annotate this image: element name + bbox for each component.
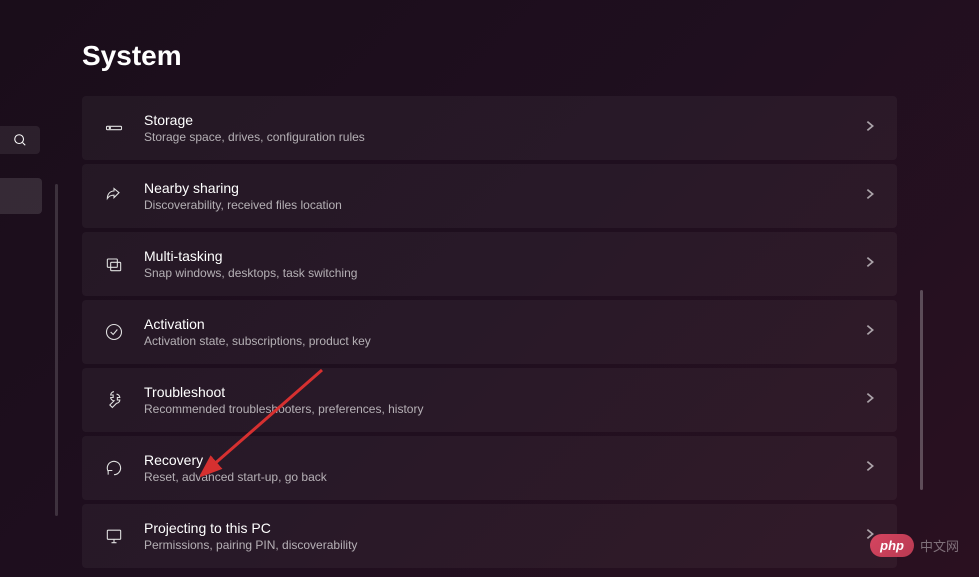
chevron-right-icon bbox=[863, 391, 877, 410]
item-subtitle: Storage space, drives, configuration rul… bbox=[144, 130, 863, 144]
chevron-right-icon bbox=[863, 255, 877, 274]
search-icon bbox=[13, 133, 27, 147]
item-title: Multi-tasking bbox=[144, 248, 863, 264]
item-title: Troubleshoot bbox=[144, 384, 863, 400]
watermark-badge: php bbox=[870, 534, 914, 557]
item-subtitle: Snap windows, desktops, task switching bbox=[144, 266, 863, 280]
item-title: Activation bbox=[144, 316, 863, 332]
storage-icon bbox=[102, 116, 126, 140]
page-title: System bbox=[82, 40, 979, 72]
item-title: Nearby sharing bbox=[144, 180, 863, 196]
projecting-icon bbox=[102, 524, 126, 548]
scrollbar[interactable] bbox=[920, 90, 923, 570]
settings-list: Storage Storage space, drives, configura… bbox=[82, 96, 897, 568]
settings-item-projecting[interactable]: Projecting to this PC Permissions, pairi… bbox=[82, 504, 897, 568]
scrollbar-thumb[interactable] bbox=[920, 290, 923, 490]
settings-item-recovery[interactable]: Recovery Reset, advanced start-up, go ba… bbox=[82, 436, 897, 500]
item-title: Recovery bbox=[144, 452, 863, 468]
settings-item-activation[interactable]: Activation Activation state, subscriptio… bbox=[82, 300, 897, 364]
item-title: Projecting to this PC bbox=[144, 520, 863, 536]
chevron-right-icon bbox=[863, 459, 877, 478]
item-subtitle: Recommended troubleshooters, preferences… bbox=[144, 402, 863, 416]
item-subtitle: Activation state, subscriptions, product… bbox=[144, 334, 863, 348]
settings-item-storage[interactable]: Storage Storage space, drives, configura… bbox=[82, 96, 897, 160]
multitask-icon bbox=[102, 252, 126, 276]
settings-item-multitasking[interactable]: Multi-tasking Snap windows, desktops, ta… bbox=[82, 232, 897, 296]
search-button[interactable] bbox=[0, 126, 40, 154]
item-subtitle: Permissions, pairing PIN, discoverabilit… bbox=[144, 538, 863, 552]
item-subtitle: Discoverability, received files location bbox=[144, 198, 863, 212]
chevron-right-icon bbox=[863, 119, 877, 138]
watermark: php 中文网 bbox=[870, 534, 959, 557]
activation-icon bbox=[102, 320, 126, 344]
settings-item-nearby-sharing[interactable]: Nearby sharing Discoverability, received… bbox=[82, 164, 897, 228]
content-scroll-indicator bbox=[55, 184, 58, 516]
item-subtitle: Reset, advanced start-up, go back bbox=[144, 470, 863, 484]
recovery-icon bbox=[102, 456, 126, 480]
troubleshoot-icon bbox=[102, 388, 126, 412]
share-icon bbox=[102, 184, 126, 208]
chevron-right-icon bbox=[863, 187, 877, 206]
sidebar-active-item[interactable] bbox=[0, 178, 42, 214]
chevron-right-icon bbox=[863, 323, 877, 342]
watermark-text: 中文网 bbox=[920, 536, 959, 555]
item-title: Storage bbox=[144, 112, 863, 128]
settings-item-troubleshoot[interactable]: Troubleshoot Recommended troubleshooters… bbox=[82, 368, 897, 432]
